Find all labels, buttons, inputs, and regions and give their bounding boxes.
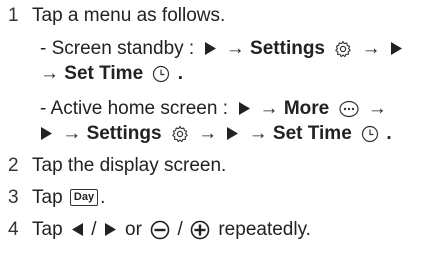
tap-label: Tap <box>32 187 63 208</box>
play-icon <box>239 102 251 116</box>
home-path-line-2: → Settings → → Set Time . <box>40 122 392 146</box>
gear-icon <box>335 40 352 58</box>
step-number: 3 <box>8 187 19 208</box>
separator: / <box>91 219 97 240</box>
play-icon <box>104 223 116 237</box>
arrow: → <box>367 98 387 119</box>
step-text: Tap Day. <box>32 186 105 210</box>
home-label: - Active home screen : <box>40 98 228 119</box>
home-path-line-1: - Active home screen : → More → <box>40 97 387 121</box>
step-text: Tap / or / repeatedly. <box>32 218 311 242</box>
period: . <box>386 123 392 144</box>
separator: / <box>177 219 183 240</box>
arrow: → <box>40 63 59 84</box>
step-text: Tap the display screen. <box>32 155 227 176</box>
period: . <box>177 63 183 84</box>
step-number: 2 <box>8 155 19 176</box>
standby-label: - Screen standby : <box>40 38 195 59</box>
step-number: 1 <box>8 5 19 26</box>
minus-circle-icon <box>150 220 170 240</box>
period: . <box>100 187 106 208</box>
gear-icon <box>172 125 188 143</box>
step-text: Tap a menu as follows. <box>32 5 226 26</box>
arrow: → <box>248 123 268 144</box>
repeatedly-label: repeatedly. <box>218 219 311 240</box>
step-number: 4 <box>8 219 19 240</box>
play-icon <box>205 42 217 56</box>
settings-label: Settings <box>86 123 162 144</box>
clock-icon <box>153 65 170 83</box>
clock-icon <box>361 125 379 143</box>
day-key: Day <box>69 189 99 207</box>
plus-circle-icon <box>190 220 210 240</box>
more-label: More <box>283 98 330 119</box>
set-time-label: Set Time <box>64 63 144 84</box>
or-label: or <box>125 219 142 240</box>
more-icon <box>338 100 359 118</box>
play-icon <box>227 127 239 141</box>
arrow: → <box>259 98 279 119</box>
standby-path-line-2: → Set Time . <box>40 62 183 86</box>
arrow: → <box>198 123 218 144</box>
arrow: → <box>361 38 381 59</box>
tap-label: Tap <box>32 219 63 240</box>
standby-path-line-1: - Screen standby : → Settings → <box>40 37 403 61</box>
left-arrow-icon <box>71 223 83 237</box>
set-time-label: Set Time <box>272 123 352 144</box>
play-icon <box>41 127 52 141</box>
arrow: → <box>225 38 245 59</box>
arrow: → <box>62 123 82 144</box>
settings-label: Settings <box>250 38 325 59</box>
play-icon <box>390 42 402 56</box>
